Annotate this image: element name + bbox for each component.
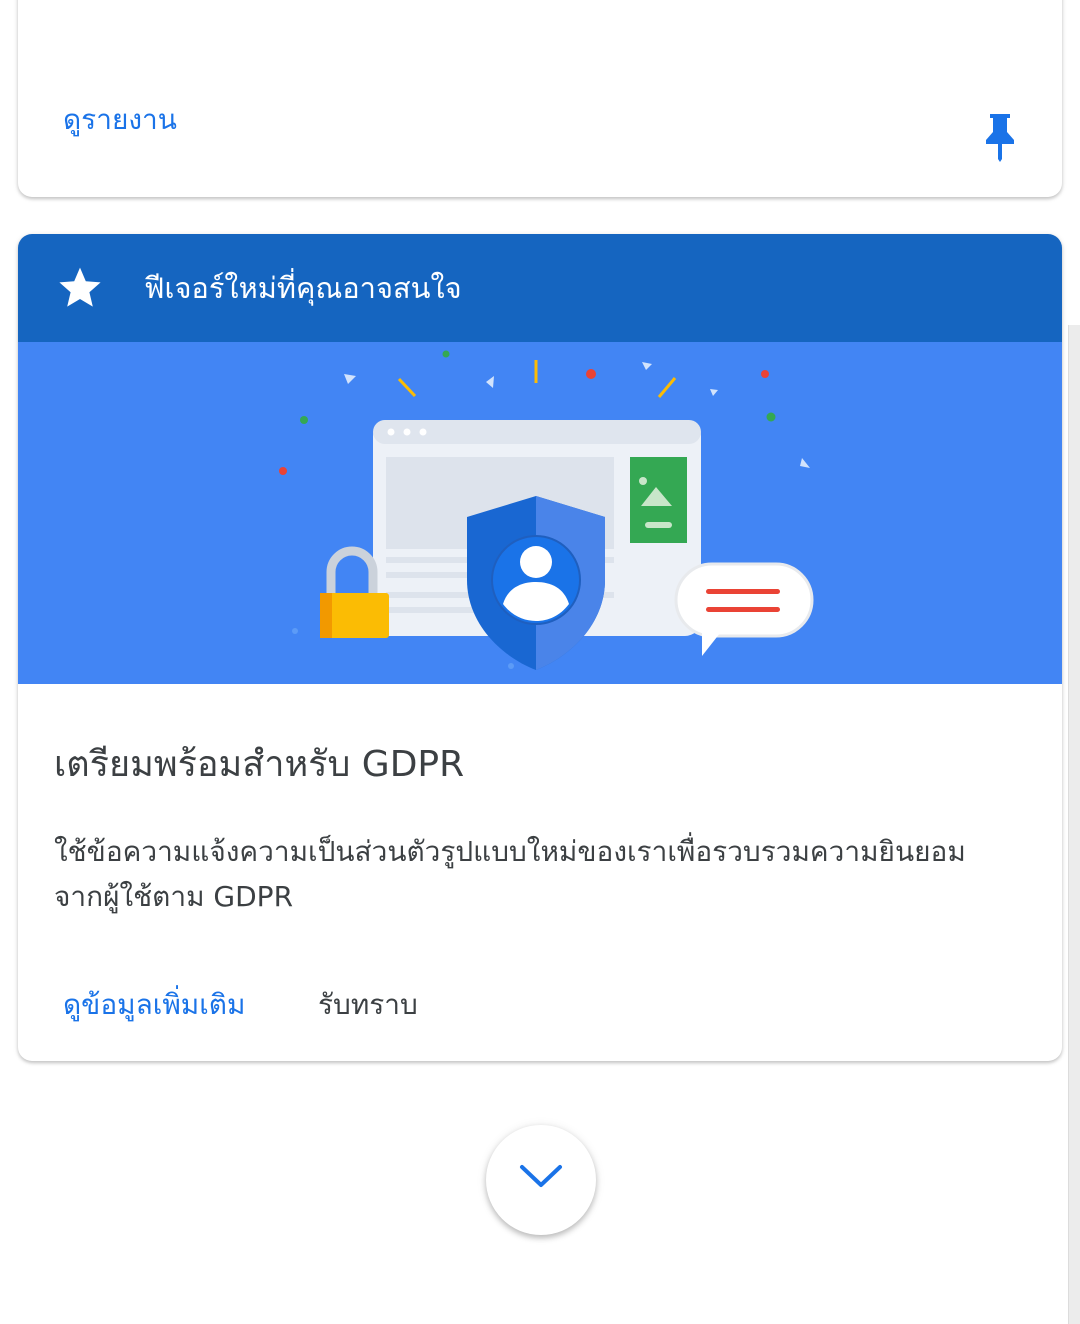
pin-icon[interactable] bbox=[980, 112, 1020, 162]
gdpr-card-description: ใช้ข้อความแจ้งความเป็นส่วนตัวรูปแบบใหม่ข… bbox=[54, 835, 966, 913]
scrollbar[interactable] bbox=[1068, 325, 1080, 1324]
feature-card-header: ฟีเจอร์ใหม่ที่คุณอาจสนใจ bbox=[18, 234, 1062, 342]
gdpr-card-title: เตรียมพร้อมสำหรับ GDPR bbox=[54, 744, 465, 785]
view-report-link[interactable]: ดูรายงาน bbox=[63, 100, 177, 140]
star-icon bbox=[59, 267, 101, 307]
gdpr-illustration bbox=[18, 342, 1062, 684]
screen: ดูรายงาน ฟีเจอร์ใหม่ที่คุณอาจสนใจ เตรียม… bbox=[0, 0, 1080, 1324]
chevron-down-icon bbox=[520, 1165, 562, 1187]
report-card: ดูรายงาน bbox=[18, 0, 1062, 197]
new-feature-card: ฟีเจอร์ใหม่ที่คุณอาจสนใจ เตรียมพร้อมสำหร… bbox=[18, 234, 1062, 1061]
learn-more-button[interactable]: ดูข้อมูลเพิ่มเติม bbox=[63, 984, 245, 1026]
acknowledge-button[interactable]: รับทราบ bbox=[318, 984, 418, 1026]
scroll-down-button[interactable] bbox=[486, 1125, 596, 1235]
feature-card-title: ฟีเจอร์ใหม่ที่คุณอาจสนใจ bbox=[144, 271, 462, 305]
